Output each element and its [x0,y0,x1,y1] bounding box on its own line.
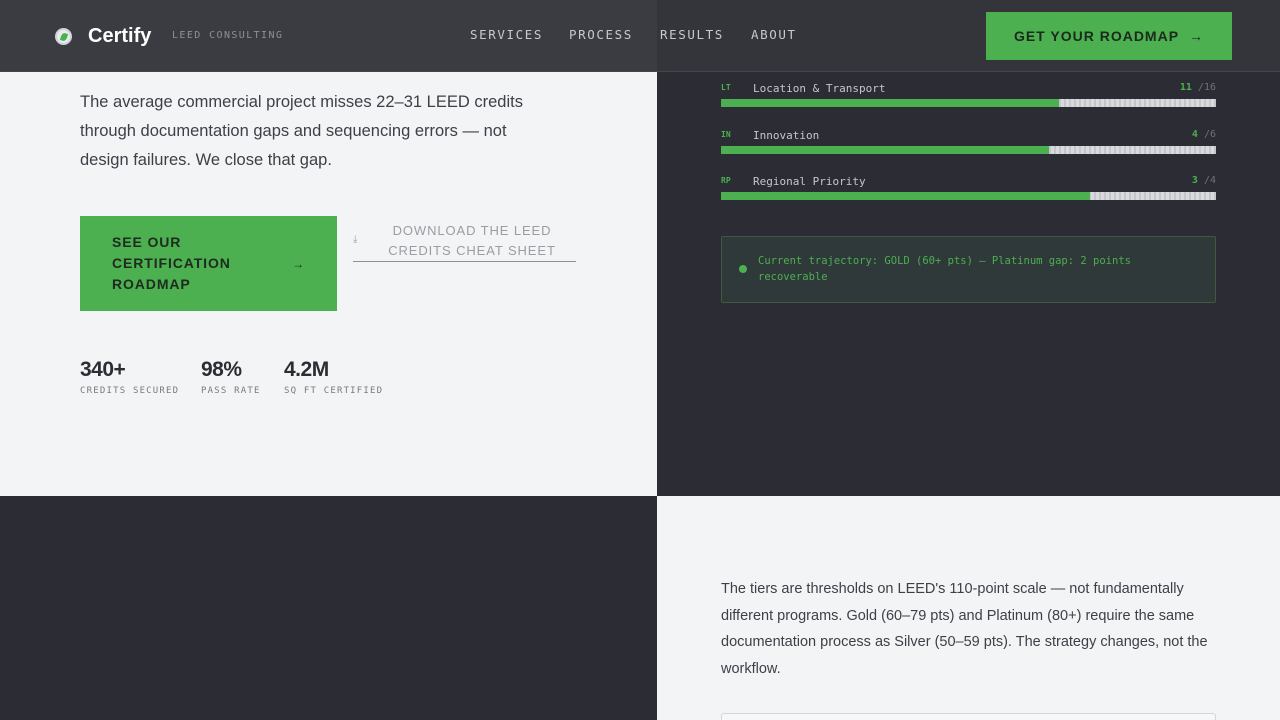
credit-score: 3 /4 [1192,175,1216,186]
credit-total: /16 [1197,82,1216,93]
stat-value: 98% [201,358,242,381]
credit-progress-bar [721,99,1216,107]
credit-earned: 11 [1179,82,1192,93]
download-cheat-sheet-label: DOWNLOAD THE LEED CREDITS CHEAT SHEET [388,223,556,258]
dark-section-panel [0,496,657,720]
credit-name: Regional Priority [753,175,866,188]
credit-total: /4 [1203,175,1216,186]
leaf-logo-icon[interactable] [55,28,72,45]
trajectory-text: Current trajectory: GOLD (60+ pts) — Pla… [758,255,1131,283]
get-roadmap-label: GET YOUR ROADMAP [1013,28,1180,44]
credit-score: 11 /16 [1180,82,1216,93]
tiers-description: The tiers are thresholds on LEED's 110-p… [721,581,1208,677]
credit-name: Innovation [753,129,820,142]
download-icon: ⤓ [353,234,358,245]
stat-value: 340+ [80,358,126,381]
get-roadmap-button[interactable]: GET YOUR ROADMAP → [986,12,1232,60]
stat-pass-rate: 98% PASS RATE [201,358,261,396]
stat-sq-ft-certified: 4.2M SQ FT CERTIFIED [284,358,383,396]
download-cheat-sheet-link[interactable]: ⤓ DOWNLOAD THE LEED CREDITS CHEAT SHEET [353,220,576,262]
stat-label: CREDITS SECURED [80,386,180,396]
brand-name[interactable]: Certify [88,25,151,48]
brand-subtitle: LEED CONSULTING [172,30,284,41]
stat-value: 4.2M [284,358,329,381]
arrow-right-icon: → [292,257,305,271]
trajectory-callout: Current trajectory: GOLD (60+ pts) — Pla… [721,236,1216,303]
credit-total: /6 [1203,129,1216,140]
nav-process[interactable]: PROCESS [569,27,633,42]
credit-earned: 3 [1191,175,1198,186]
credit-progress-bar [721,192,1216,200]
stat-label: SQ FT CERTIFIED [284,386,384,396]
credit-code: IN [721,130,731,139]
credit-row-regional-priority: RP Regional Priority 3 /4 [721,175,1216,206]
stat-label: PASS RATE [201,386,261,396]
credit-score: 4 /6 [1192,129,1216,140]
credit-code: LT [721,83,731,92]
site-header: Certify LEED CONSULTING SERVICES PROCESS… [0,0,1280,72]
credit-progress-fill [721,99,1060,107]
credit-row-location-transport: LT Location & Transport 11 /16 [721,82,1216,113]
hero-lead-text: The average commercial project misses 22… [80,93,523,169]
nav-about[interactable]: ABOUT [751,27,797,42]
credit-earned: 4 [1191,129,1198,140]
credit-progress-bar [721,146,1216,154]
status-dot-icon [739,265,747,273]
nav-services[interactable]: SERVICES [470,27,543,42]
credit-name: Location & Transport [753,82,886,95]
credit-progress-fill [721,146,1050,154]
see-roadmap-label: SEE OUR CERTIFICATION ROADMAP [112,234,231,292]
stat-credits-secured: 340+ CREDITS SECURED [80,358,179,396]
credit-progress-fill [721,192,1090,200]
credit-row-innovation: IN Innovation 4 /6 [721,129,1216,160]
nav-results[interactable]: RESULTS [660,27,724,42]
credit-code: RP [721,176,731,185]
see-roadmap-button[interactable]: SEE OUR CERTIFICATION ROADMAP → [80,216,337,311]
tier-card [721,713,1216,720]
arrow-right-icon: → [1189,28,1205,44]
